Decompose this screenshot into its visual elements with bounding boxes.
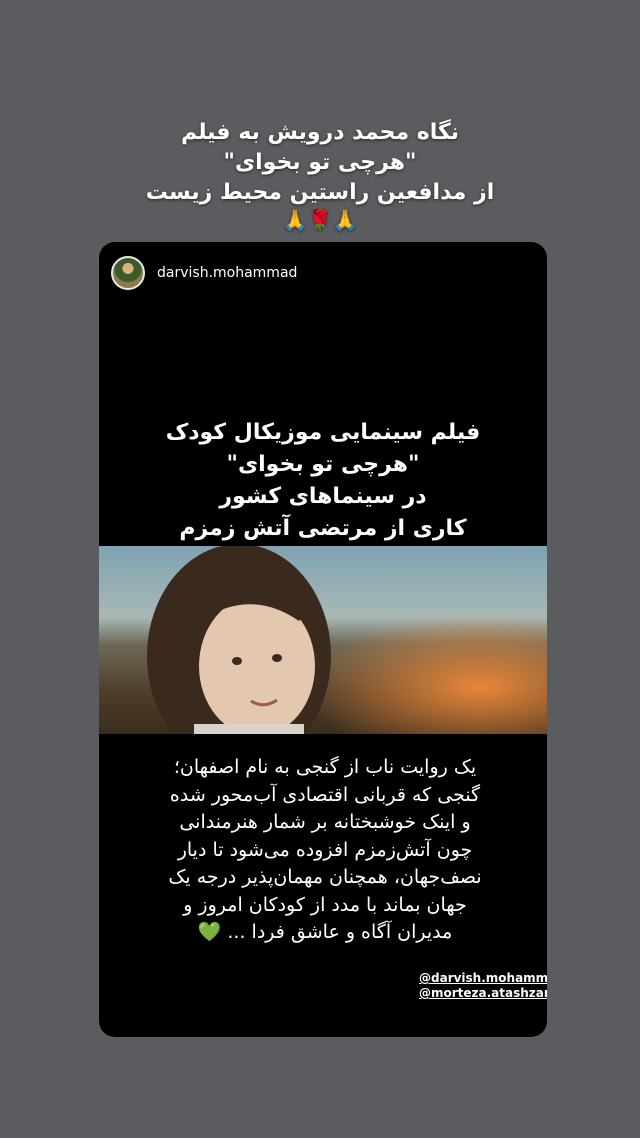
post-username[interactable]: darvish.mohammad — [157, 265, 297, 281]
body-line: و اینک خوشبختانه بر شمار هنرمندانی — [179, 811, 471, 833]
poster-title-line: "هرچی تو بخوای" — [226, 452, 420, 477]
post-body-text: یک روایت ناب از گنجی به نام اصفهان؛ گنجی… — [139, 754, 511, 947]
prayer-rose-emoji: 🙏🌹🙏 — [282, 208, 358, 232]
film-still-illustration — [99, 546, 547, 734]
post-header[interactable]: darvish.mohammad — [111, 256, 297, 290]
mention-morteza[interactable]: @morteza.atashzamzam — [419, 986, 547, 1001]
body-line-text: مدیران آگاه و عاشق فردا ... — [227, 921, 453, 943]
caption-line: "هرچی تو بخوای" — [223, 150, 417, 175]
body-line: جهان بماند با مدد از کودکان امروز و — [183, 893, 467, 916]
film-still-image — [99, 546, 547, 734]
caption-line: از مدافعین راستین محیط زیست — [145, 180, 495, 205]
body-line: یک روایت ناب از گنجی به نام اصفهان؛ — [173, 756, 477, 778]
shared-post-card[interactable]: darvish.mohammad فیلم سینمایی موزیکال کو… — [99, 242, 547, 1037]
body-line-last: مدیران آگاه و عاشق فردا ... 💚 — [139, 919, 511, 947]
poster-title-line: کاری از مرتضی آتش زمزم — [179, 516, 467, 541]
caption-line: نگاه محمد درویش به فیلم — [180, 120, 460, 145]
poster-title: فیلم سینمایی موزیکال کودک "هرچی تو بخوای… — [99, 417, 547, 545]
green-heart-icon: 💚 — [197, 921, 222, 943]
mention-darvish[interactable]: @darvish.mohammad — [419, 971, 547, 986]
body-line: چون آتش‌زمزم افزوده می‌شود تا دیار — [177, 838, 473, 861]
story-caption: نگاه محمد درویش به فیلم "هرچی تو بخوای" … — [0, 118, 640, 232]
mention-stickers[interactable]: @darvish.mohammad @morteza.atashzamzam — [419, 971, 547, 1001]
body-line: گنجی که قربانی اقتصادی آب‌محور شده — [169, 783, 481, 806]
body-line: نصف‌جهان، همچنان مهمان‌پذیر درجه یک — [168, 866, 482, 888]
poster-title-line: فیلم سینمایی موزیکال کودک — [165, 420, 481, 445]
avatar[interactable] — [111, 256, 145, 290]
poster-title-line: در سینماهای کشور — [219, 484, 427, 509]
